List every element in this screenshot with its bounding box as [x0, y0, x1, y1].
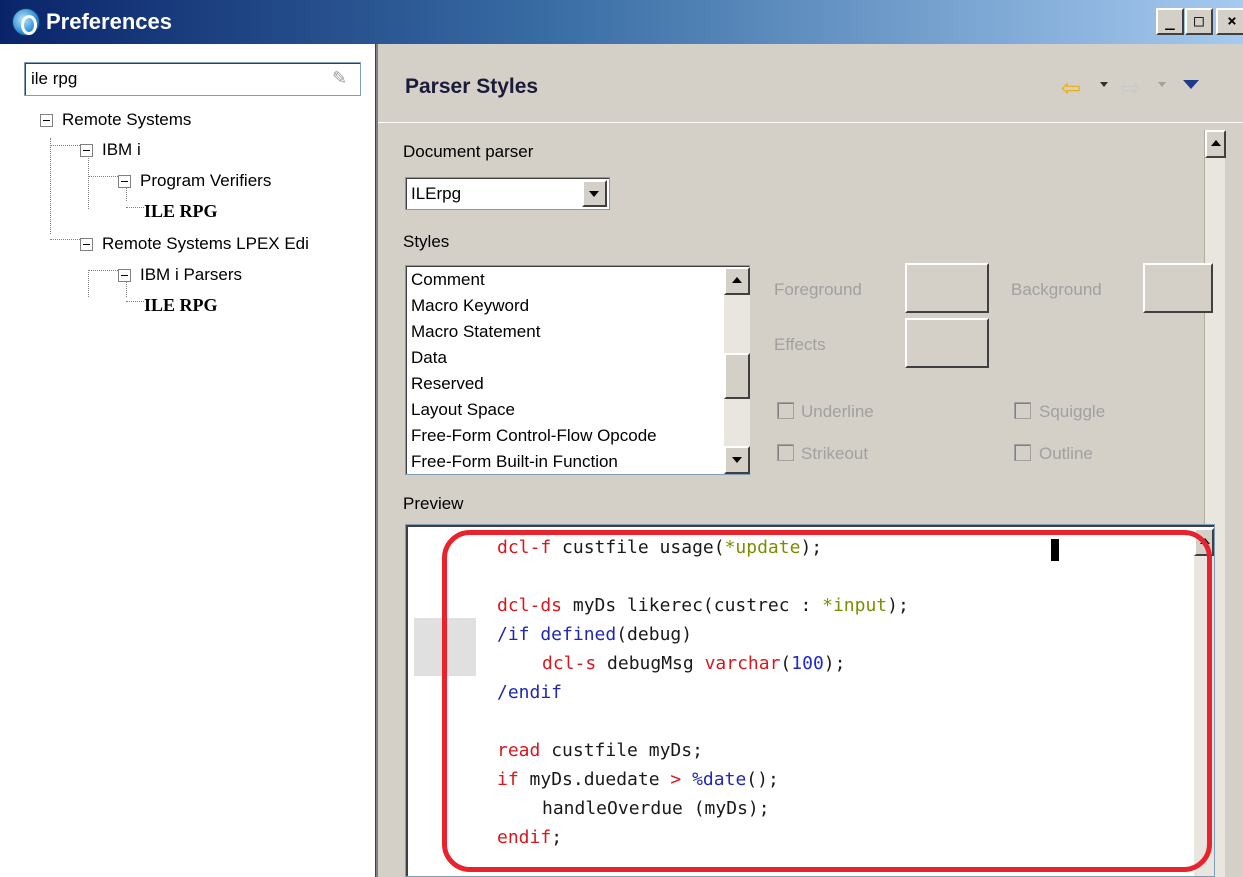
- list-item[interactable]: Reserved: [411, 374, 484, 394]
- preview-editor[interactable]: dcl-f custfile usage(*update); dcl-ds my…: [405, 524, 1215, 877]
- effects-label: Effects: [774, 335, 826, 354]
- document-parser-label: Document parser: [403, 142, 534, 161]
- styles-label: Styles: [403, 232, 450, 251]
- forward-arrow-icon[interactable]: ⇨: [1121, 74, 1141, 103]
- view-menu-icon[interactable]: [1183, 80, 1199, 89]
- page-title: Parser Styles: [405, 75, 539, 98]
- collapse-icon[interactable]: [118, 175, 131, 188]
- styles-list[interactable]: Comment Macro Keyword Macro Statement Da…: [405, 265, 750, 475]
- styles-list-scrollbar[interactable]: [724, 267, 750, 474]
- foreground-label: Foreground: [774, 280, 862, 299]
- foreground-color-button[interactable]: [905, 263, 989, 313]
- squiggle-checkbox[interactable]: [1014, 402, 1031, 419]
- outline-label: Outline: [1039, 444, 1093, 463]
- underline-label: Underline: [801, 402, 874, 421]
- outline-checkbox[interactable]: [1014, 444, 1031, 461]
- dropdown-button[interactable]: [582, 180, 607, 207]
- list-item[interactable]: Data: [411, 348, 447, 368]
- filter-input[interactable]: ile rpg ✎: [24, 62, 361, 96]
- filter-value: ile rpg: [31, 69, 78, 88]
- preferences-navigation: ile rpg ✎ Remote Systems IBM i Program V…: [0, 44, 375, 877]
- scroll-down-button[interactable]: [724, 446, 750, 474]
- document-parser-select[interactable]: ILErpg: [405, 177, 610, 210]
- background-label: Background: [1011, 280, 1102, 299]
- document-parser-value: ILErpg: [411, 184, 462, 203]
- strikeout-checkbox[interactable]: [777, 444, 794, 461]
- list-item[interactable]: Free-Form Built-in Function: [411, 452, 618, 472]
- scroll-thumb[interactable]: [724, 353, 750, 399]
- scroll-up-button[interactable]: [1205, 130, 1226, 158]
- tree-item-label: ILE RPG: [144, 295, 218, 315]
- collapse-icon[interactable]: [40, 114, 53, 127]
- background-color-button[interactable]: [1143, 263, 1213, 313]
- forward-history-dropdown[interactable]: [1158, 82, 1166, 87]
- strikeout-label: Strikeout: [801, 444, 869, 463]
- highlight-annotation: [442, 530, 1212, 872]
- list-item[interactable]: Macro Keyword: [411, 296, 529, 316]
- tree-item-label: Program Verifiers: [140, 171, 272, 190]
- list-item[interactable]: Comment: [411, 270, 485, 290]
- parser-styles-page: Parser Styles ⇦ ⇨ Document parser ILErpg…: [378, 44, 1243, 877]
- maximize-button[interactable]: □: [1185, 8, 1213, 35]
- close-button[interactable]: ×: [1216, 8, 1243, 35]
- back-arrow-icon[interactable]: ⇦: [1061, 74, 1081, 103]
- tree-item-label: Remote Systems: [62, 110, 192, 129]
- squiggle-label: Squiggle: [1039, 402, 1106, 421]
- minimize-button[interactable]: _: [1156, 8, 1184, 35]
- tree-item-label: IBM i Parsers: [140, 265, 243, 284]
- list-item[interactable]: Macro Statement: [411, 322, 540, 342]
- back-history-dropdown[interactable]: [1100, 82, 1108, 87]
- scroll-up-button[interactable]: [724, 267, 750, 295]
- title-bar: Preferences _ □ ×: [0, 0, 1243, 44]
- header-divider: [378, 122, 1243, 123]
- window-title: Preferences: [46, 9, 172, 34]
- underline-checkbox[interactable]: [777, 402, 794, 419]
- list-item[interactable]: Free-Form Control-Flow Opcode: [411, 426, 657, 446]
- preferences-window: Preferences _ □ × ile rpg ✎ Remote Syste…: [0, 0, 1243, 877]
- effects-color-button[interactable]: [905, 318, 989, 368]
- collapse-icon[interactable]: [80, 144, 93, 157]
- preview-label: Preview: [403, 494, 464, 513]
- list-item[interactable]: Layout Space: [411, 400, 515, 420]
- collapse-icon[interactable]: [80, 238, 93, 251]
- tree-item-label: ILE RPG: [144, 201, 218, 221]
- collapse-icon[interactable]: [118, 269, 131, 282]
- app-icon: [12, 8, 40, 36]
- tree-item-label: Remote Systems LPEX Edi: [102, 234, 309, 253]
- tree-item-label: IBM i: [102, 140, 141, 159]
- clear-filter-icon[interactable]: ✎: [332, 68, 354, 90]
